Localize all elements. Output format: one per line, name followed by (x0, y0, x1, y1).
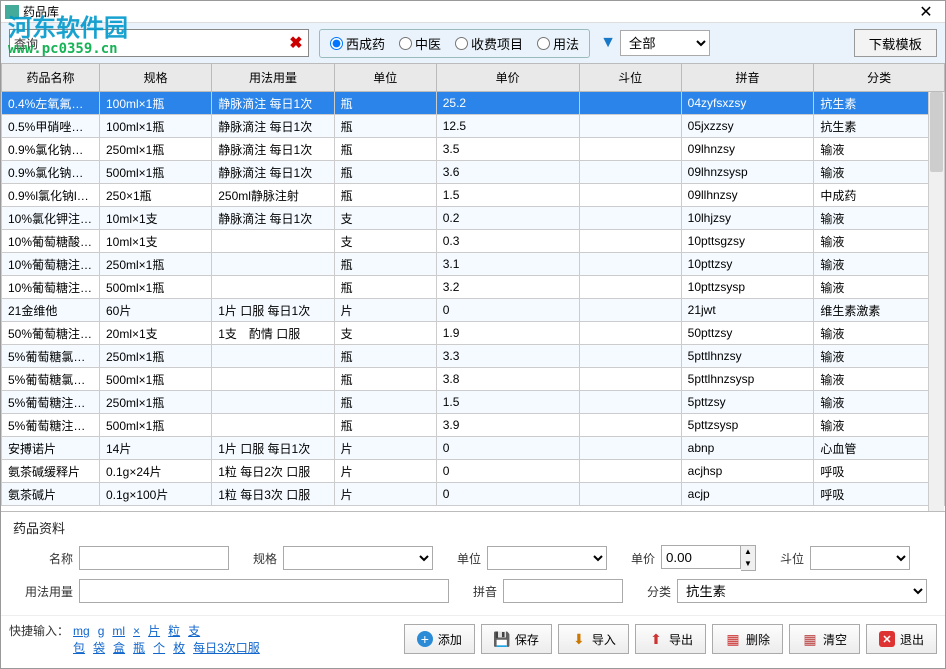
exit-icon: ✕ (879, 631, 895, 647)
quick-link[interactable]: 粒 (168, 624, 180, 638)
detail-title: 药品资料 (13, 518, 933, 537)
import-icon: ⬇ (571, 631, 587, 647)
window-title: 药品库 (23, 3, 911, 20)
clear-icon: ▦ (802, 631, 818, 647)
quick-link[interactable]: 个 (153, 641, 165, 655)
table-row[interactable]: 5%葡萄糖注射液(…500ml×1瓶瓶3.95pttzsysp输液 (2, 414, 945, 437)
table-row[interactable]: 5%葡萄糖注射液250ml×1瓶瓶1.55pttzsy输液 (2, 391, 945, 414)
app-icon (5, 5, 19, 19)
search-box: 查询 ✖ (9, 29, 309, 57)
column-header[interactable]: 单价 (436, 64, 579, 92)
search-input[interactable] (42, 31, 284, 55)
add-button[interactable]: +添加 (404, 624, 475, 654)
download-template-button[interactable]: 下载模板 (854, 29, 937, 57)
table-row[interactable]: 10%葡萄糖酸钙…10ml×1支支0.310pttsgzsy输液 (2, 230, 945, 253)
table-row[interactable]: 氨茶碱片0.1g×100片1粒 每日3次 口服片0acjp呼吸 (2, 483, 945, 506)
import-button[interactable]: ⬇导入 (558, 624, 629, 654)
floppy-icon: 💾 (494, 631, 510, 647)
table-row[interactable]: 0.9%l氯化钠l注射液250×1瓶250ml静脉注射瓶1.509llhnzsy… (2, 184, 945, 207)
usage-input[interactable] (79, 579, 449, 603)
quick-link[interactable]: ml (112, 624, 125, 638)
vertical-scrollbar[interactable] (928, 92, 944, 511)
radio-shoufei[interactable]: 收费项目 (455, 34, 523, 53)
clear-search-icon[interactable]: ✖ (284, 33, 308, 53)
radio-yongfa[interactable]: 用法 (537, 34, 579, 53)
toolbar: 查询 ✖ 西成药 中医 收费项目 用法 ▼ 全部 下载模板 (1, 23, 945, 63)
table-row[interactable]: 0.9%氯化钠注射…250ml×1瓶静脉滴注 每日1次瓶3.509lhnzsy输… (2, 138, 945, 161)
quick-link[interactable]: 每日3次口服 (193, 641, 260, 655)
table-row[interactable]: 21金维他60片1片 口服 每日1次片021jwt维生素激素 (2, 299, 945, 322)
radio-xichengyao[interactable]: 西成药 (330, 34, 385, 53)
column-header[interactable]: 拼音 (681, 64, 814, 92)
exit-button[interactable]: ✕退出 (866, 624, 937, 654)
quick-link[interactable]: g (98, 624, 105, 638)
delete-button[interactable]: ▦删除 (712, 624, 783, 654)
quick-link[interactable]: 袋 (93, 641, 105, 655)
close-button[interactable]: ✕ (911, 2, 941, 22)
table-row[interactable]: 氨茶碱缓释片0.1g×24片1粒 每日2次 口服片0acjhsp呼吸 (2, 460, 945, 483)
column-header[interactable]: 分类 (814, 64, 945, 92)
plus-icon: + (417, 631, 433, 647)
table-row[interactable]: 5%葡萄糖氯化钠…250ml×1瓶瓶3.35pttlhnzsy输液 (2, 345, 945, 368)
drug-table: 药品名称规格用法用量单位单价斗位拼音分类 0.4%左氧氟沙星…100ml×1瓶静… (1, 63, 945, 506)
quick-link[interactable]: × (133, 624, 140, 638)
name-input[interactable] (79, 546, 229, 570)
column-header[interactable]: 规格 (99, 64, 211, 92)
table-row[interactable]: 10%氯化钾注射液10ml×1支静脉滴注 每日1次支0.210lhjzsy输液 (2, 207, 945, 230)
save-button[interactable]: 💾保存 (481, 624, 552, 654)
column-header[interactable]: 药品名称 (2, 64, 100, 92)
table-row[interactable]: 10%葡萄糖注射…250ml×1瓶瓶3.110pttzsy输液 (2, 253, 945, 276)
category-radio-group: 西成药 中医 收费项目 用法 (319, 29, 590, 58)
quick-input-panel: 快捷输入：mggml×片粒支 包袋盒瓶个枚每日3次口服 (9, 622, 264, 656)
quick-link[interactable]: 枚 (173, 641, 185, 655)
quick-link[interactable]: 包 (73, 641, 85, 655)
clear-button[interactable]: ▦清空 (789, 624, 860, 654)
quick-link[interactable]: mg (73, 624, 90, 638)
detail-panel: 药品资料 名称 规格 单位 单价 ▲▼ 斗位 用法用量 拼音 分类抗生素 (1, 511, 945, 615)
radio-zhongyi[interactable]: 中医 (399, 34, 441, 53)
unit-select[interactable] (487, 546, 607, 570)
filter-icon: ▼ (600, 34, 616, 52)
table-row[interactable]: 10%葡萄糖注射…500ml×1瓶瓶3.210pttzsysp输液 (2, 276, 945, 299)
table-row[interactable]: 0.4%左氧氟沙星…100ml×1瓶静脉滴注 每日1次瓶25.204zyfsxz… (2, 92, 945, 115)
table-row[interactable]: 0.5%甲硝唑注射液100ml×1瓶静脉滴注 每日1次瓶12.505jxzzsy… (2, 115, 945, 138)
table-row[interactable]: 5%葡萄糖氯化…500ml×1瓶瓶3.85pttlhnzsysp输液 (2, 368, 945, 391)
category-select[interactable]: 抗生素 (677, 579, 927, 603)
quick-link[interactable]: 片 (148, 624, 160, 638)
column-header[interactable]: 单位 (334, 64, 436, 92)
table-row[interactable]: 安搏诺片14片1片 口服 每日1次片0abnp心血管 (2, 437, 945, 460)
filter-select[interactable]: 全部 (620, 30, 710, 56)
pos-select[interactable] (810, 546, 910, 570)
delete-icon: ▦ (725, 631, 741, 647)
quick-link[interactable]: 瓶 (133, 641, 145, 655)
pinyin-input[interactable] (503, 579, 623, 603)
spec-select[interactable] (283, 546, 433, 570)
column-header[interactable]: 用法用量 (212, 64, 334, 92)
search-label: 查询 (10, 35, 42, 52)
export-icon: ⬆ (648, 631, 664, 647)
price-spinner[interactable]: ▲▼ (661, 545, 756, 571)
quick-link[interactable]: 支 (188, 624, 200, 638)
quick-link[interactable]: 盒 (113, 641, 125, 655)
export-button[interactable]: ⬆导出 (635, 624, 706, 654)
table-row[interactable]: 0.9%氯化钠注射…500ml×1瓶静脉滴注 每日1次瓶3.609lhnzsys… (2, 161, 945, 184)
table-row[interactable]: 50%葡萄糖注射液20ml×1支1支 酌情 口服支1.950pttzsy输液 (2, 322, 945, 345)
column-header[interactable]: 斗位 (579, 64, 681, 92)
